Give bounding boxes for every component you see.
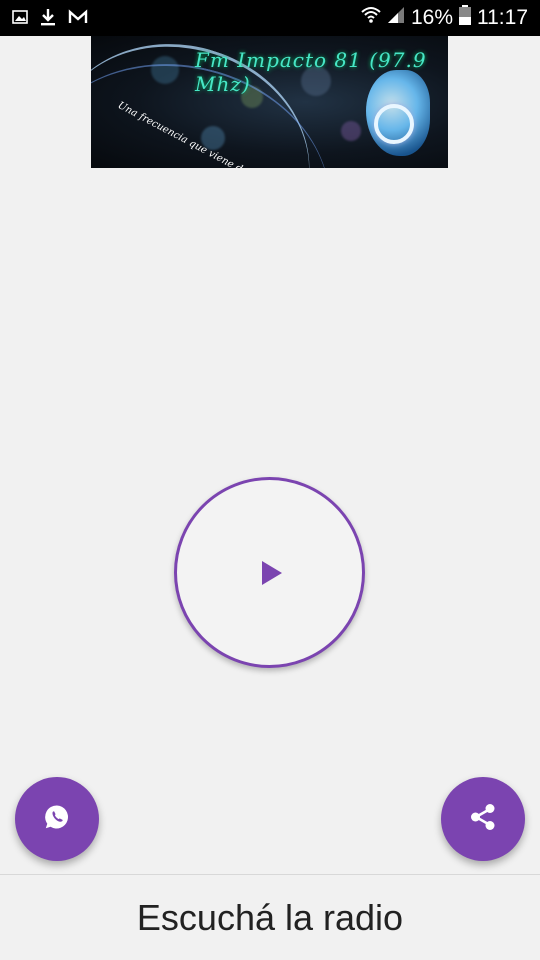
station-banner: Fm Impacto 81 (97.9 Mhz) Una frecuencia … [91,36,448,168]
battery-percentage: 16% [410,6,453,29]
battery-icon [459,5,471,31]
gmail-icon [68,9,88,30]
whatsapp-button[interactable] [15,777,99,861]
play-icon [261,560,282,585]
station-title: Fm Impacto 81 (97.9 Mhz) [195,48,427,96]
signal-icon [387,6,405,30]
whatsapp-icon [44,804,70,835]
headphone-graphic [374,104,414,144]
download-icon [40,8,56,31]
wifi-icon [361,5,381,31]
bokeh-light [341,121,361,141]
share-icon [468,802,498,837]
status-bar-right: 16% 11:17 [361,5,528,31]
clock: 11:17 [477,6,528,29]
status-bar-left [12,8,88,31]
bottom-bar: Escuchá la radio [0,875,540,960]
status-bar: 16% 11:17 [0,0,540,36]
listen-label: Escuchá la radio [136,896,404,938]
play-button[interactable] [174,477,365,668]
share-button[interactable] [441,777,525,861]
image-icon [12,9,28,30]
